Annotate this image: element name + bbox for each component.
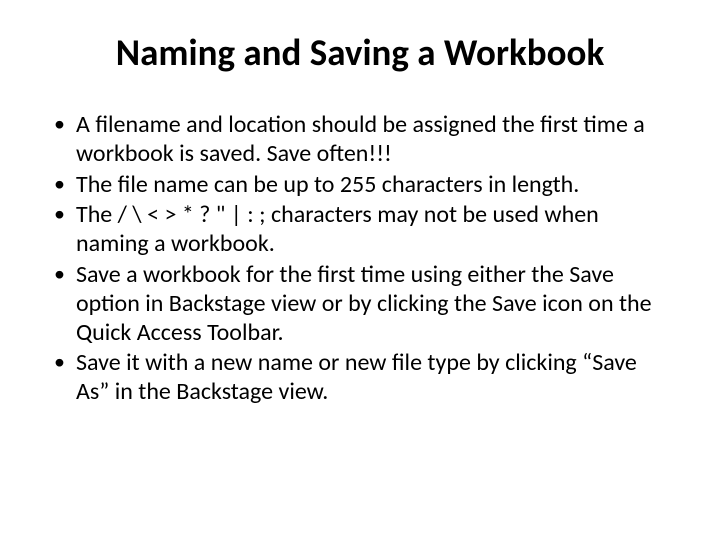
list-item: A filename and location should be assign…	[48, 111, 672, 169]
list-item: Save a workbook for the first time using…	[48, 261, 672, 347]
list-item: The file name can be up to 255 character…	[48, 171, 672, 200]
bullet-list: A filename and location should be assign…	[48, 111, 672, 407]
list-item: The / \ < > * ? " | : ; characters may n…	[48, 201, 672, 259]
slide-title: Naming and Saving a Workbook	[48, 30, 672, 75]
list-item: Save it with a new name or new file type…	[48, 349, 672, 407]
